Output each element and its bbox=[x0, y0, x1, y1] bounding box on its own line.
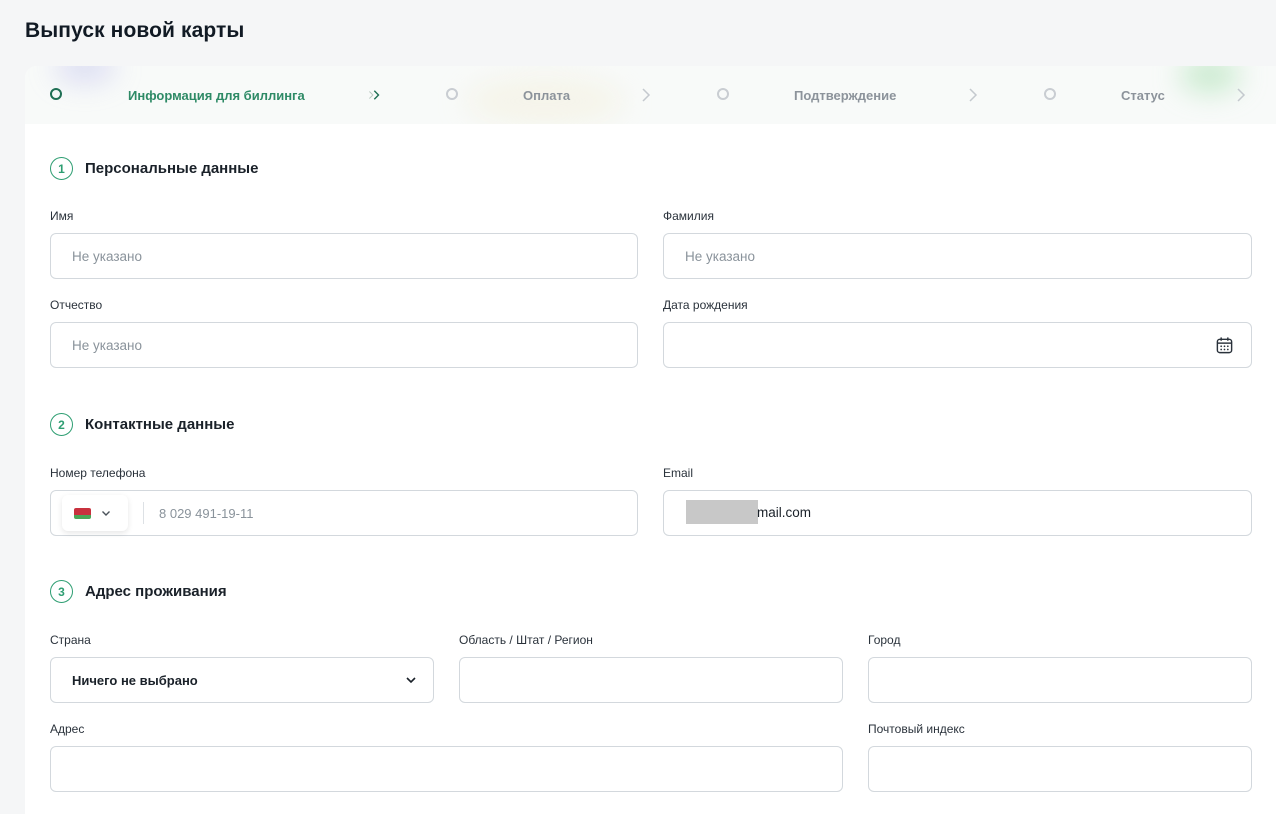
chevron-down-icon bbox=[102, 511, 110, 516]
section-number-badge: 2 bbox=[50, 413, 73, 436]
section-personal-header: 1 Персональные данные bbox=[50, 157, 258, 180]
belarus-flag-icon bbox=[74, 507, 91, 519]
email-value: mail.com bbox=[757, 505, 812, 520]
email-label: Email bbox=[663, 466, 694, 480]
last-name-placeholder: Не указано bbox=[685, 248, 755, 264]
step-3-indicator-icon bbox=[717, 88, 729, 100]
section-number-badge: 1 bbox=[50, 157, 73, 180]
chevron-down-icon bbox=[406, 677, 416, 684]
calendar-icon[interactable] bbox=[1215, 336, 1234, 355]
phone-divider bbox=[143, 502, 144, 524]
form-card: Информация для биллинга Оплата Подтвержд… bbox=[25, 66, 1276, 814]
step-4-indicator-icon bbox=[1044, 88, 1056, 100]
city-field[interactable] bbox=[868, 657, 1252, 703]
country-select[interactable]: Ничего не выбрано bbox=[50, 657, 434, 703]
city-label: Город bbox=[868, 633, 901, 647]
step-payment[interactable]: Оплата bbox=[523, 88, 570, 103]
last-name-label: Фамилия bbox=[663, 209, 714, 223]
first-name-label: Имя bbox=[50, 209, 74, 223]
section-address-header: 3 Адрес проживания bbox=[50, 580, 227, 603]
section-title: Адрес проживания bbox=[85, 583, 227, 600]
country-label: Страна bbox=[50, 633, 91, 647]
phone-field[interactable]: 8 029 491-19-11 bbox=[50, 490, 638, 536]
last-name-field[interactable]: Не указано bbox=[663, 233, 1252, 279]
stepper: Информация для биллинга Оплата Подтвержд… bbox=[25, 66, 1276, 124]
first-name-field[interactable]: Не указано bbox=[50, 233, 638, 279]
step-1-indicator-icon bbox=[50, 88, 62, 100]
step-status[interactable]: Статус bbox=[1121, 88, 1165, 103]
address-label: Адрес bbox=[50, 722, 85, 736]
phone-country-select[interactable] bbox=[62, 495, 128, 531]
region-label: Область / Штат / Регион bbox=[459, 633, 593, 647]
section-title: Контактные данные bbox=[85, 416, 235, 433]
birth-date-field[interactable] bbox=[663, 322, 1252, 368]
step-confirmation[interactable]: Подтверждение bbox=[794, 88, 896, 103]
phone-label: Номер телефона bbox=[50, 466, 146, 480]
email-field[interactable]: mail.com bbox=[663, 490, 1252, 536]
section-contacts-header: 2 Контактные данные bbox=[50, 413, 234, 436]
birth-date-label: Дата рождения bbox=[663, 298, 748, 312]
step-chevron-icon bbox=[642, 88, 651, 102]
postal-code-field[interactable] bbox=[868, 746, 1252, 792]
first-name-placeholder: Не указано bbox=[72, 248, 142, 264]
address-field[interactable] bbox=[50, 746, 843, 792]
step-chevron-double-icon bbox=[369, 90, 380, 100]
middle-name-field[interactable]: Не указано bbox=[50, 322, 638, 368]
email-redaction-mask bbox=[686, 500, 758, 524]
region-field[interactable] bbox=[459, 657, 843, 703]
step-chevron-icon bbox=[969, 88, 978, 102]
page-title: Выпуск новой карты bbox=[25, 19, 245, 42]
middle-name-placeholder: Не указано bbox=[72, 337, 142, 353]
phone-placeholder: 8 029 491-19-11 bbox=[159, 506, 254, 521]
section-title: Персональные данные bbox=[85, 160, 259, 177]
step-billing-info[interactable]: Информация для биллинга bbox=[128, 88, 305, 103]
section-number-badge: 3 bbox=[50, 580, 73, 603]
step-2-indicator-icon bbox=[446, 88, 458, 100]
middle-name-label: Отчество bbox=[50, 298, 103, 312]
step-chevron-icon bbox=[1237, 88, 1246, 102]
country-select-value: Ничего не выбрано bbox=[72, 672, 198, 688]
postal-code-label: Почтовый индекс bbox=[868, 722, 965, 736]
